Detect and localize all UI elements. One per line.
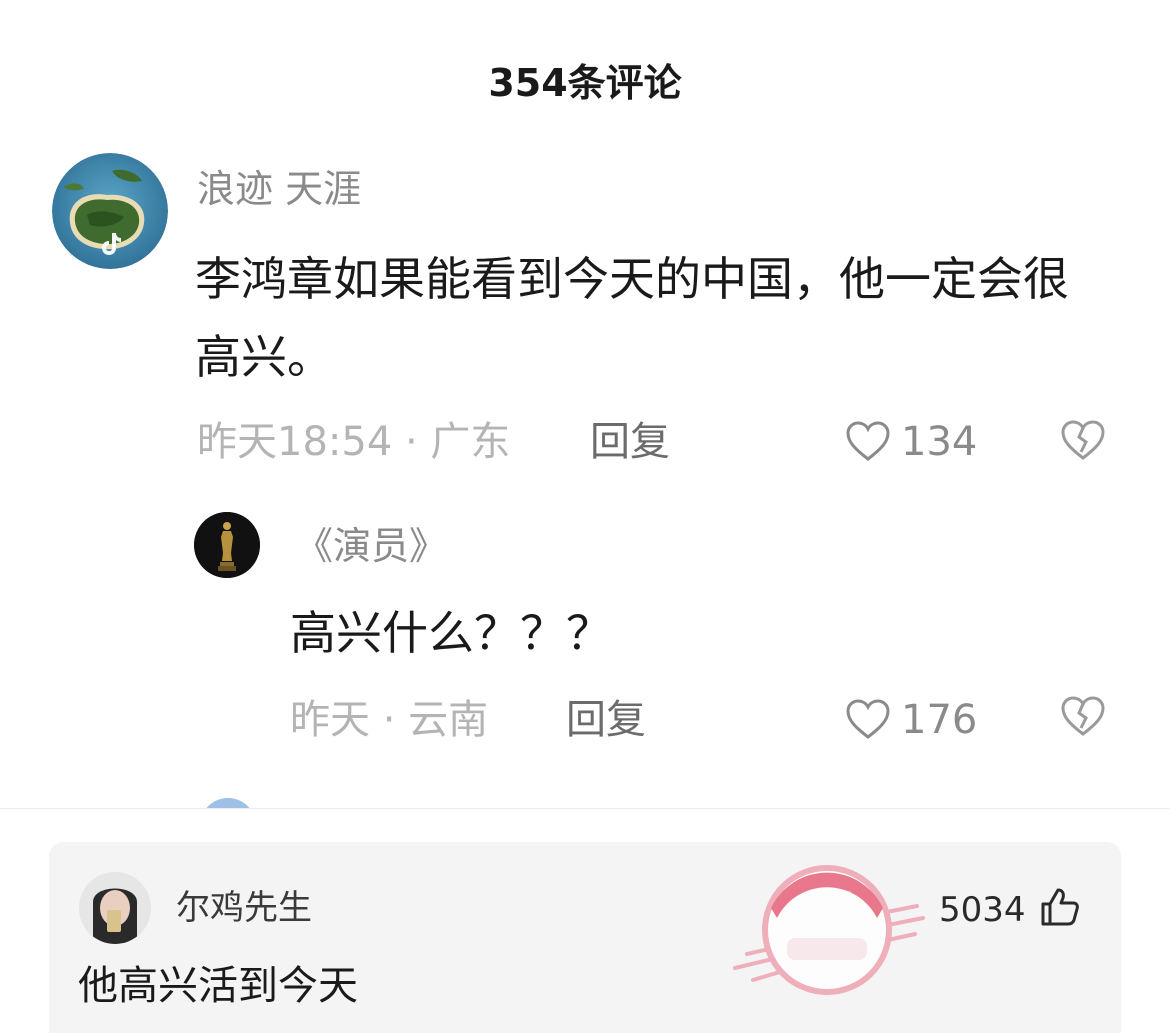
broken-heart-icon	[1060, 696, 1106, 742]
commenter-username[interactable]: 浪迹 天涯	[197, 165, 361, 213]
featured-comment-text: 他高兴活到今天	[78, 963, 358, 1009]
reply-text: 高兴什么？？？	[290, 606, 612, 660]
heart-outline-icon	[845, 421, 891, 463]
comment-text: 李鸿章如果能看到今天的中国，他一定会很高兴。	[195, 252, 1069, 384]
featured-comment-card: 尔鸡先生 他高兴活到今天 神评 5034	[49, 842, 1121, 1033]
reply-button[interactable]: 回复	[566, 694, 646, 746]
replier-avatar[interactable]	[194, 512, 260, 578]
featured-avatar[interactable]	[79, 872, 151, 944]
hot-comment-stamp: 神评	[727, 844, 927, 1008]
broken-heart-icon	[1060, 420, 1106, 466]
thumbs-up-icon[interactable]	[1039, 886, 1081, 932]
like-button[interactable]: 134	[845, 416, 977, 468]
reply-button[interactable]: 回复	[590, 416, 670, 468]
like-count: 176	[901, 697, 978, 743]
comment-count-title: 354条评论	[488, 61, 682, 105]
dislike-button[interactable]	[1060, 696, 1106, 742]
featured-like-count: 5034	[939, 890, 1026, 930]
comment-panel: 354条评论 浪迹 天涯 李鸿章如果能看到今天的中国，他一定会很高兴。 昨天18…	[0, 0, 1170, 809]
like-count: 134	[901, 419, 978, 465]
next-comment-avatar	[200, 798, 256, 808]
replier-username[interactable]: 《演员》	[295, 522, 447, 570]
dislike-button[interactable]	[1060, 420, 1106, 466]
featured-username[interactable]: 尔鸡先生	[176, 886, 312, 930]
heart-outline-icon	[845, 699, 891, 741]
like-button[interactable]: 176	[845, 694, 977, 746]
reply-meta: 昨天 · 云南	[290, 697, 489, 743]
commenter-avatar[interactable]	[52, 153, 168, 269]
comment-meta: 昨天18:54 · 广东	[197, 419, 511, 465]
